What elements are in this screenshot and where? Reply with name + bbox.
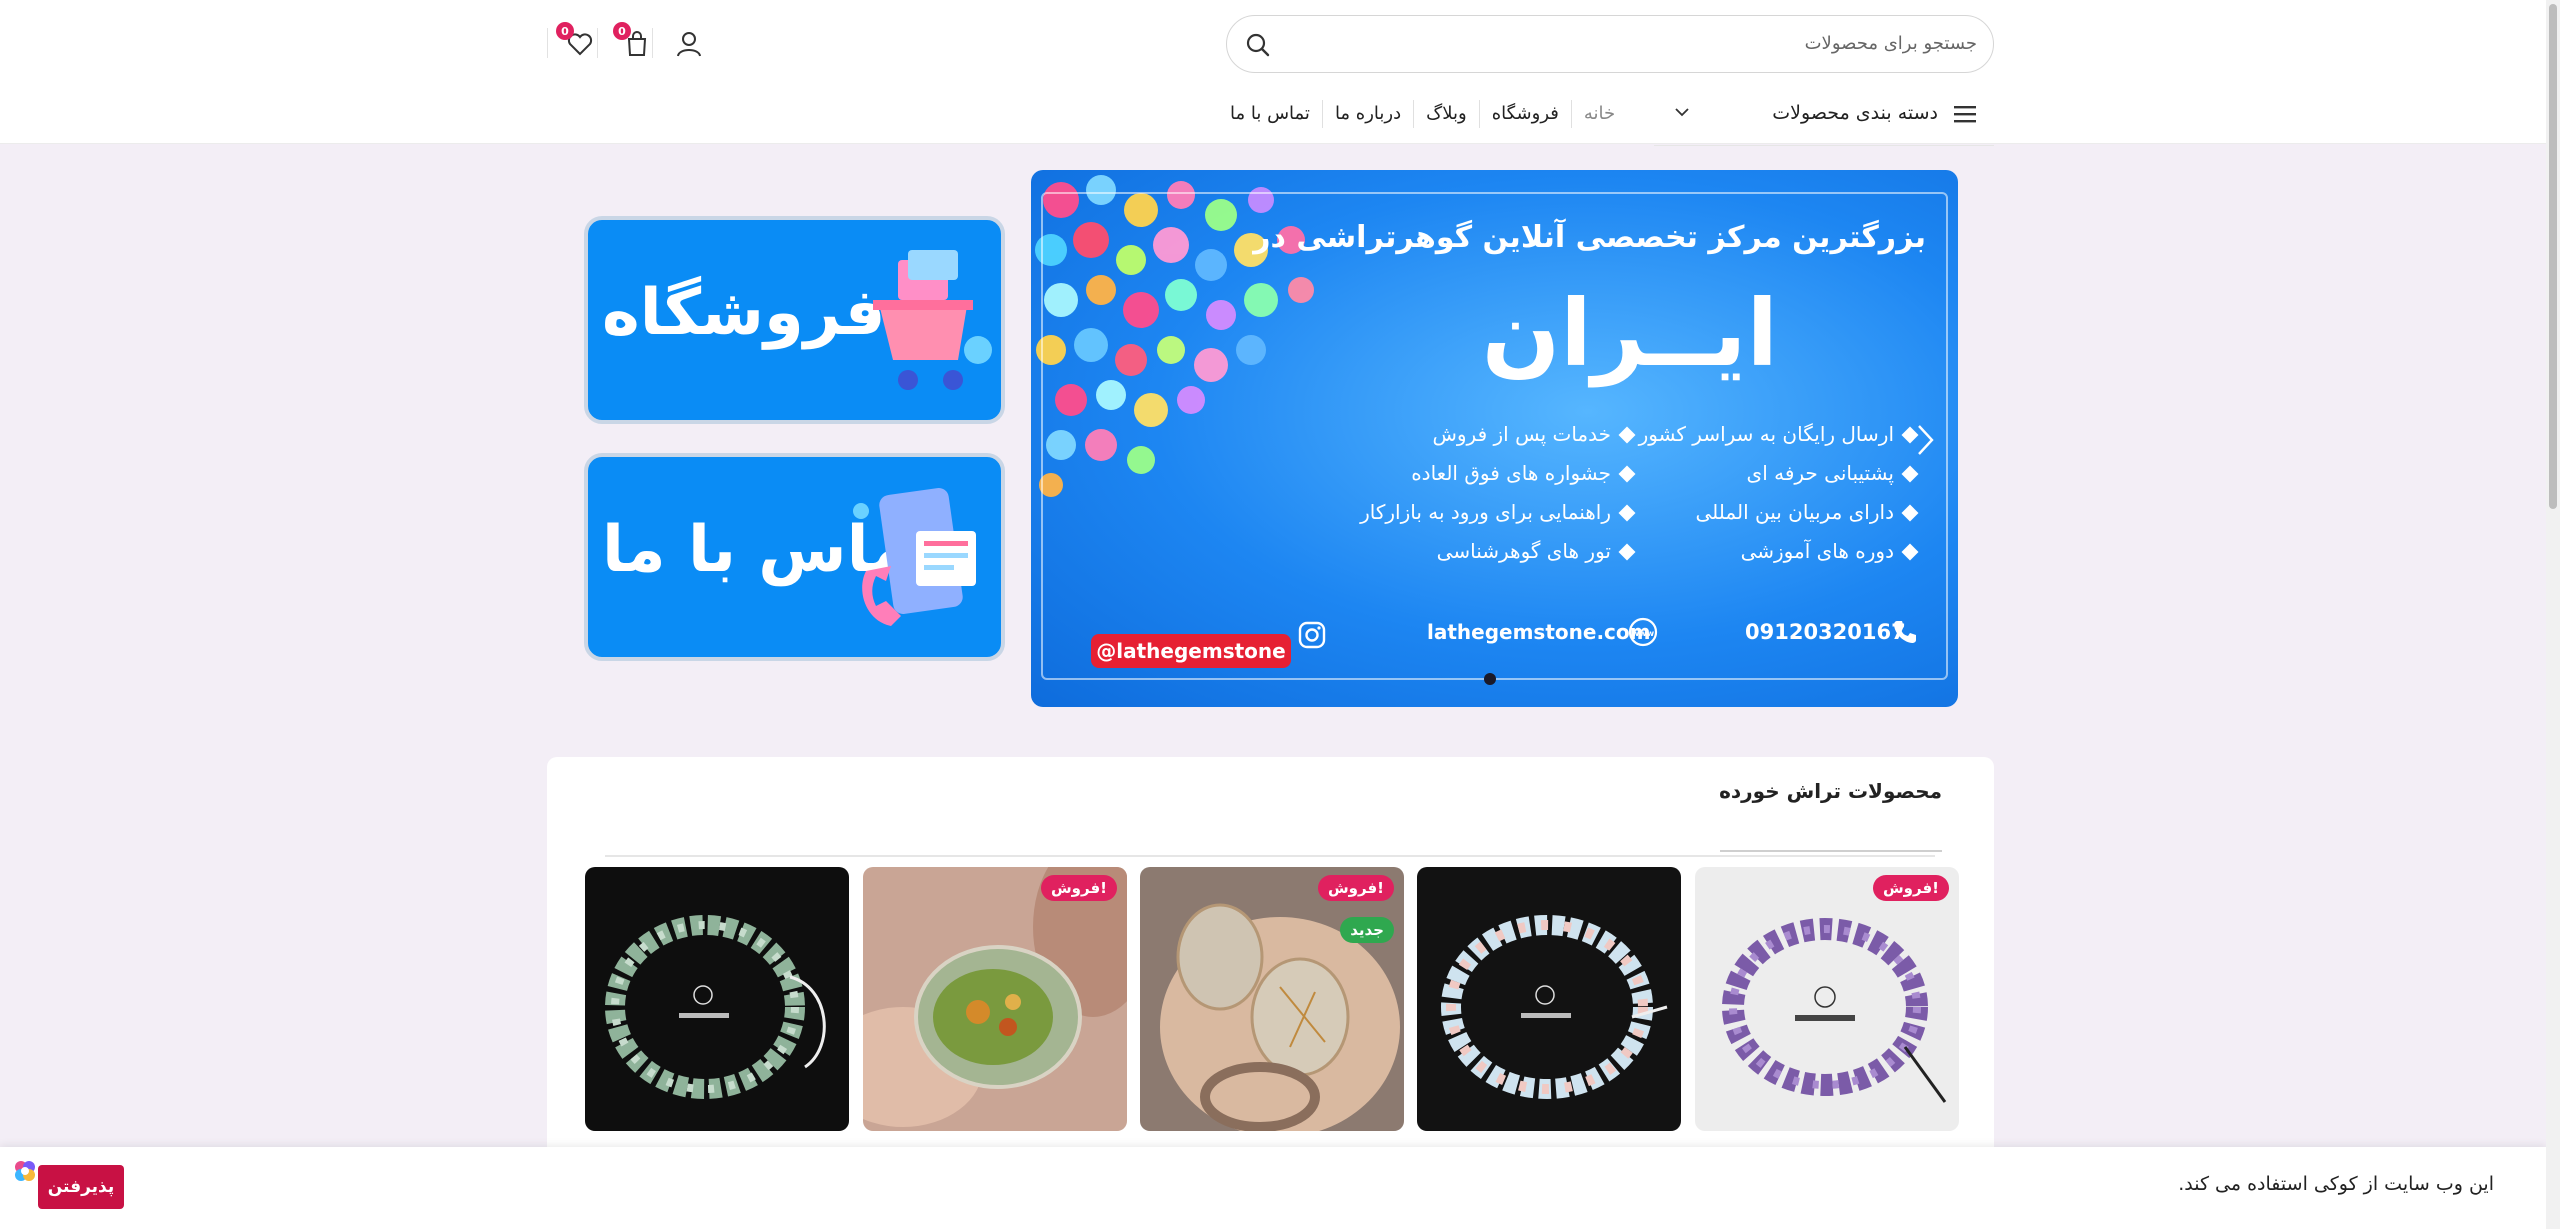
- cookie-accept-button[interactable]: پذیرفتن: [38, 1165, 124, 1209]
- globe-icon: www: [1628, 617, 1658, 651]
- feature-item: خدمات پس از فروش: [1360, 415, 1636, 454]
- search-box: [1226, 15, 1994, 73]
- slider-next-arrow[interactable]: [1911, 420, 1941, 460]
- search-icon[interactable]: [1241, 28, 1275, 62]
- product-card-rutilated-quartz[interactable]: !فروش جدید: [1140, 867, 1404, 1131]
- sale-badge: !فروش: [1317, 875, 1394, 901]
- product-image: [1695, 867, 1959, 1131]
- new-badge: جدید: [1340, 917, 1394, 943]
- nav-contact[interactable]: تماس با ما: [1218, 100, 1322, 128]
- section-divider: [605, 855, 1935, 857]
- wishlist-icon[interactable]: 0: [556, 22, 600, 64]
- feature-item: ارسال رایگان به سراسر کشور: [1639, 415, 1919, 454]
- accessibility-widget-icon[interactable]: [12, 1158, 38, 1188]
- categories-label: دسته بندی محصولات: [1772, 102, 1938, 124]
- product-image: [1140, 867, 1404, 1131]
- search-input[interactable]: [1297, 16, 1977, 71]
- instagram-handle: @lathegemstone: [1091, 634, 1291, 668]
- header-divider: [547, 28, 548, 58]
- shopping-cart-icon: [873, 250, 992, 390]
- product-card-amethyst-bracelet[interactable]: !فروش: [1695, 867, 1959, 1131]
- promo-contact-banner[interactable]: تماس با ما: [584, 453, 1005, 661]
- account-icon[interactable]: [669, 24, 709, 64]
- product-card-aventurine-bracelet[interactable]: [585, 867, 849, 1131]
- nav-shop[interactable]: فروشگاه: [1478, 100, 1571, 128]
- product-image: [863, 867, 1127, 1131]
- svg-text:www: www: [1632, 629, 1655, 638]
- product-image: [1417, 867, 1681, 1131]
- scrollbar-thumb[interactable]: [2549, 4, 2557, 509]
- phone-number: 09120320167: [1745, 620, 1906, 644]
- categories-dropdown[interactable]: دسته بندی محصولات: [1654, 96, 1994, 146]
- cookie-notice: این وب سایت از کوکی استفاده می کند. پذیر…: [0, 1147, 2546, 1229]
- feature-item: تور های گوهرشناسی: [1360, 532, 1636, 571]
- slide-title: بزرگترین مرکز تخصصی آنلاین گوهرتراشی در: [1253, 220, 1926, 255]
- slider-dot-active[interactable]: [1484, 673, 1496, 685]
- feature-item: پشتیبانی حرفه ای: [1639, 454, 1919, 493]
- nav-home[interactable]: خانه: [1570, 100, 1627, 128]
- slider-dots: [1484, 673, 1496, 685]
- feature-list-left: خدمات پس از فروش جشواره های فوق العاده ر…: [1360, 415, 1636, 571]
- section-divider-accent: [1720, 850, 1942, 852]
- nav-about[interactable]: درباره ما: [1321, 100, 1413, 128]
- nav-blog[interactable]: وبلاگ: [1413, 100, 1479, 128]
- slide-headline: ایــران: [1481, 280, 1778, 387]
- section-title: محصولات تراش خورده: [1719, 779, 1942, 803]
- wishlist-count-badge: 0: [556, 22, 574, 40]
- feature-item: دوره های آموزشی: [1639, 532, 1919, 571]
- chevron-down-icon: [1674, 104, 1690, 124]
- product-card-rose-quartz-bracelet[interactable]: [1417, 867, 1681, 1131]
- feature-item: جشواره های فوق العاده: [1360, 454, 1636, 493]
- cookie-message: این وب سایت از کوکی استفاده می کند.: [2178, 1173, 2494, 1195]
- hero-slider[interactable]: بزرگترین مرکز تخصصی آنلاین گوهرتراشی در …: [1031, 170, 1958, 707]
- product-card-moss-agate[interactable]: !فروش: [863, 867, 1127, 1131]
- promo-shop-banner[interactable]: فروشگاه: [584, 216, 1005, 424]
- instagram-icon: [1297, 620, 1327, 654]
- cart-count-badge: 0: [613, 22, 631, 40]
- promo-shop-label: فروشگاه: [602, 276, 886, 350]
- phone-icon: [1891, 618, 1919, 650]
- hamburger-icon: [1954, 104, 1976, 128]
- site-header: 0 0 دسته بندی محصولات خانه فروشگاه وبلاگ…: [0, 0, 2546, 146]
- feature-item: راهنمایی برای ورود به بازارکار: [1360, 493, 1636, 532]
- cart-icon[interactable]: 0: [613, 22, 657, 64]
- page-scrollbar[interactable]: [2546, 0, 2560, 1229]
- phone-contact-icon: [853, 488, 976, 626]
- main-nav: خانه فروشگاه وبلاگ درباره ما تماس با ما: [1218, 100, 1627, 128]
- feature-list-right: ارسال رایگان به سراسر کشور پشتیبانی حرفه…: [1639, 415, 1919, 571]
- website-url: lathegemstone.com: [1427, 620, 1651, 644]
- product-image: [585, 867, 849, 1131]
- sale-badge: !فروش: [1872, 875, 1949, 901]
- feature-item: دارای مربیان بین المللی: [1639, 493, 1919, 532]
- sale-badge: !فروش: [1040, 875, 1117, 901]
